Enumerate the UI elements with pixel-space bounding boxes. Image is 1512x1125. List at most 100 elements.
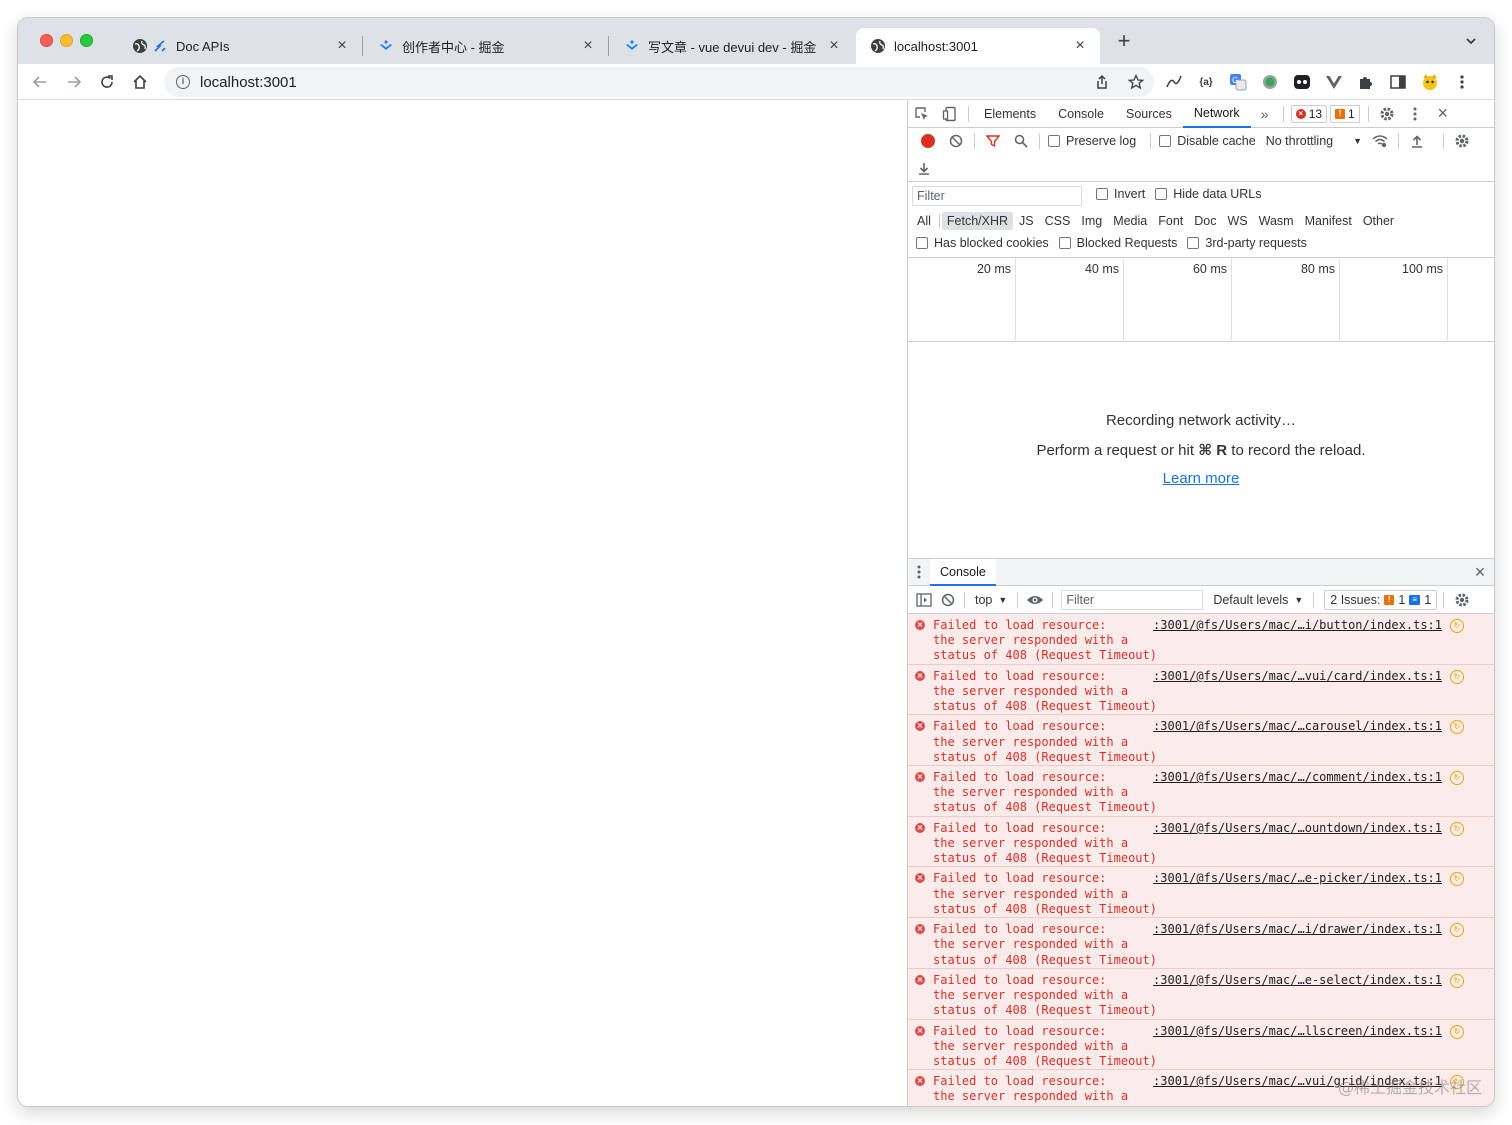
home-button[interactable] xyxy=(128,70,152,94)
error-count-badge[interactable]: × 13 xyxy=(1290,104,1328,123)
address-bar[interactable]: i localhost:3001 xyxy=(164,67,1154,97)
source-map-icon[interactable]: ↻ xyxy=(1450,1024,1464,1039)
type-filter-doc[interactable]: Doc xyxy=(1189,212,1221,230)
console-error-message[interactable]: × Failed to load resource: the server res… xyxy=(908,715,1494,767)
source-map-icon[interactable]: ↻ xyxy=(1450,771,1464,786)
record-button[interactable] xyxy=(914,127,942,155)
console-error-message[interactable]: × Failed to load resource: the server res… xyxy=(908,816,1494,868)
more-tabs-icon[interactable]: » xyxy=(1251,100,1279,128)
device-toolbar-icon[interactable] xyxy=(936,100,964,128)
type-filter-media[interactable]: Media xyxy=(1108,212,1152,230)
source-link[interactable]: :3001/@fs/Users/mac/…ountdown/index.ts:1 xyxy=(1153,821,1442,835)
settings-gear-icon[interactable] xyxy=(1373,100,1401,128)
type-filter-manifest[interactable]: Manifest xyxy=(1300,212,1357,230)
extension-scribble-icon[interactable] xyxy=(1164,72,1184,92)
type-filter-font[interactable]: Font xyxy=(1153,212,1188,230)
network-settings-gear-icon[interactable] xyxy=(1448,127,1476,155)
profile-avatar[interactable] xyxy=(1420,72,1440,92)
extension-translate-icon[interactable]: G xyxy=(1228,72,1248,92)
tab-console[interactable]: Console xyxy=(1047,100,1115,128)
tab-network[interactable]: Network xyxy=(1182,100,1251,128)
source-link[interactable]: :3001/@fs/Users/mac/…i/drawer/index.ts:1 xyxy=(1153,922,1442,936)
learn-more-link[interactable]: Learn more xyxy=(908,470,1494,487)
clear-icon[interactable] xyxy=(942,127,970,155)
close-window-button[interactable] xyxy=(40,34,53,47)
tab-elements[interactable]: Elements xyxy=(973,100,1047,128)
minimize-window-button[interactable] xyxy=(60,34,73,47)
source-link[interactable]: :3001/@fs/Users/mac/…e-select/index.ts:1 xyxy=(1153,973,1442,987)
checkbox-box[interactable] xyxy=(1096,188,1108,200)
browser-menu-icon[interactable] xyxy=(1452,72,1472,92)
preserve-log-checkbox[interactable]: Preserve log xyxy=(1048,134,1136,148)
bookmark-star-icon[interactable] xyxy=(1126,72,1146,92)
console-filter-input[interactable]: Filter xyxy=(1061,589,1204,610)
source-map-icon[interactable]: ↻ xyxy=(1450,872,1464,887)
checkbox-box[interactable] xyxy=(1159,135,1172,147)
source-link[interactable]: :3001/@fs/Users/mac/…llscreen/index.ts:1 xyxy=(1153,1024,1442,1038)
extension-dark-face-icon[interactable] xyxy=(1292,72,1312,92)
drawer-tab-console[interactable]: Console xyxy=(930,558,996,586)
blocked-requests-checkbox[interactable]: Blocked Requests xyxy=(1058,236,1177,250)
side-panel-icon[interactable] xyxy=(1388,72,1408,92)
close-tab-icon[interactable]: × xyxy=(826,38,842,54)
tab-sources[interactable]: Sources xyxy=(1115,100,1183,128)
close-tab-icon[interactable]: × xyxy=(580,38,596,54)
network-conditions-wifi-icon[interactable] xyxy=(1366,127,1394,155)
throttling-select[interactable]: No throttling ▼ xyxy=(1266,134,1362,148)
extension-green-circle-icon[interactable] xyxy=(1260,72,1280,92)
checkbox-box[interactable] xyxy=(1187,237,1200,249)
console-settings-gear-icon[interactable] xyxy=(1448,586,1476,614)
invert-checkbox[interactable]: Invert xyxy=(1096,187,1145,201)
execution-context-select[interactable]: top ▼ xyxy=(969,593,1013,607)
back-button[interactable] xyxy=(28,70,52,94)
source-map-icon[interactable]: ↻ xyxy=(1450,973,1464,988)
has-blocked-cookies-checkbox[interactable]: Has blocked cookies xyxy=(916,236,1049,250)
checkbox-box[interactable] xyxy=(1058,237,1071,249)
source-map-icon[interactable]: ↻ xyxy=(1450,923,1464,938)
search-icon[interactable] xyxy=(1007,127,1035,155)
checkbox-box[interactable] xyxy=(916,237,928,249)
type-filter-js[interactable]: JS xyxy=(1014,212,1039,230)
close-devtools-icon[interactable]: × xyxy=(1429,100,1457,128)
source-map-icon[interactable]: ↻ xyxy=(1450,669,1464,684)
share-icon[interactable] xyxy=(1092,72,1112,92)
close-tab-icon[interactable]: × xyxy=(334,38,350,54)
type-filter-all[interactable]: All xyxy=(912,212,936,230)
network-filter-input[interactable]: Filter xyxy=(912,186,1082,206)
log-levels-select[interactable]: Default levels ▼ xyxy=(1207,593,1309,607)
network-overview-timeline[interactable]: 20 ms 40 ms 60 ms 80 ms 100 ms xyxy=(908,258,1494,342)
source-link[interactable]: :3001/@fs/Users/mac/…i/button/index.ts:1 xyxy=(1153,618,1442,632)
console-error-message[interactable]: × Failed to load resource: the server res… xyxy=(908,614,1494,665)
export-har-icon[interactable] xyxy=(914,154,934,182)
source-link[interactable]: :3001/@fs/Users/mac/…vui/card/index.ts:1 xyxy=(1153,669,1442,683)
type-filter-other[interactable]: Other xyxy=(1358,212,1399,230)
tab-search-chevron-icon[interactable] xyxy=(1464,34,1478,48)
source-map-icon[interactable]: ↻ xyxy=(1450,720,1464,735)
console-error-message[interactable]: × Failed to load resource: the server res… xyxy=(908,918,1494,969)
fullscreen-window-button[interactable] xyxy=(80,34,93,47)
checkbox-box[interactable] xyxy=(1155,188,1168,200)
type-filter-wasm[interactable]: Wasm xyxy=(1254,212,1299,230)
console-sidebar-icon[interactable] xyxy=(912,586,936,614)
devtools-menu-icon[interactable] xyxy=(1401,100,1429,128)
hide-data-urls-checkbox[interactable]: Hide data URLs xyxy=(1155,187,1262,201)
source-link[interactable]: :3001/@fs/Users/mac/…carousel/index.ts:1 xyxy=(1153,719,1442,733)
source-link[interactable]: :3001/@fs/Users/mac/…e-picker/index.ts:1 xyxy=(1153,871,1442,885)
source-map-icon[interactable]: ↻ xyxy=(1450,821,1464,836)
issues-counter-button[interactable]: 2 Issues: ! 1 ≡ 1 xyxy=(1324,589,1438,610)
live-expression-eye-icon[interactable] xyxy=(1022,586,1048,614)
type-filter-css[interactable]: CSS xyxy=(1040,212,1076,230)
tab-doc-apis[interactable]: Doc APIs × xyxy=(118,28,362,64)
type-filter-ws[interactable]: WS xyxy=(1222,212,1252,230)
disable-cache-checkbox[interactable]: Disable cache xyxy=(1159,134,1256,148)
tab-localhost[interactable]: localhost:3001 × xyxy=(856,28,1100,64)
source-map-icon[interactable]: ↻ xyxy=(1450,619,1464,633)
filter-funnel-icon[interactable] xyxy=(979,127,1007,155)
source-link[interactable]: :3001/@fs/Users/mac/…/comment/index.ts:1 xyxy=(1153,770,1442,784)
tab-juejin-creator[interactable]: 创作者中心 - 掘金 × xyxy=(364,28,608,64)
console-error-message[interactable]: × Failed to load resource: the server res… xyxy=(908,664,1494,716)
console-error-message[interactable]: × Failed to load resource: the server res… xyxy=(908,766,1494,817)
import-har-icon[interactable] xyxy=(1403,127,1431,155)
site-info-icon[interactable]: i xyxy=(176,75,190,89)
inspect-element-icon[interactable] xyxy=(908,100,936,128)
